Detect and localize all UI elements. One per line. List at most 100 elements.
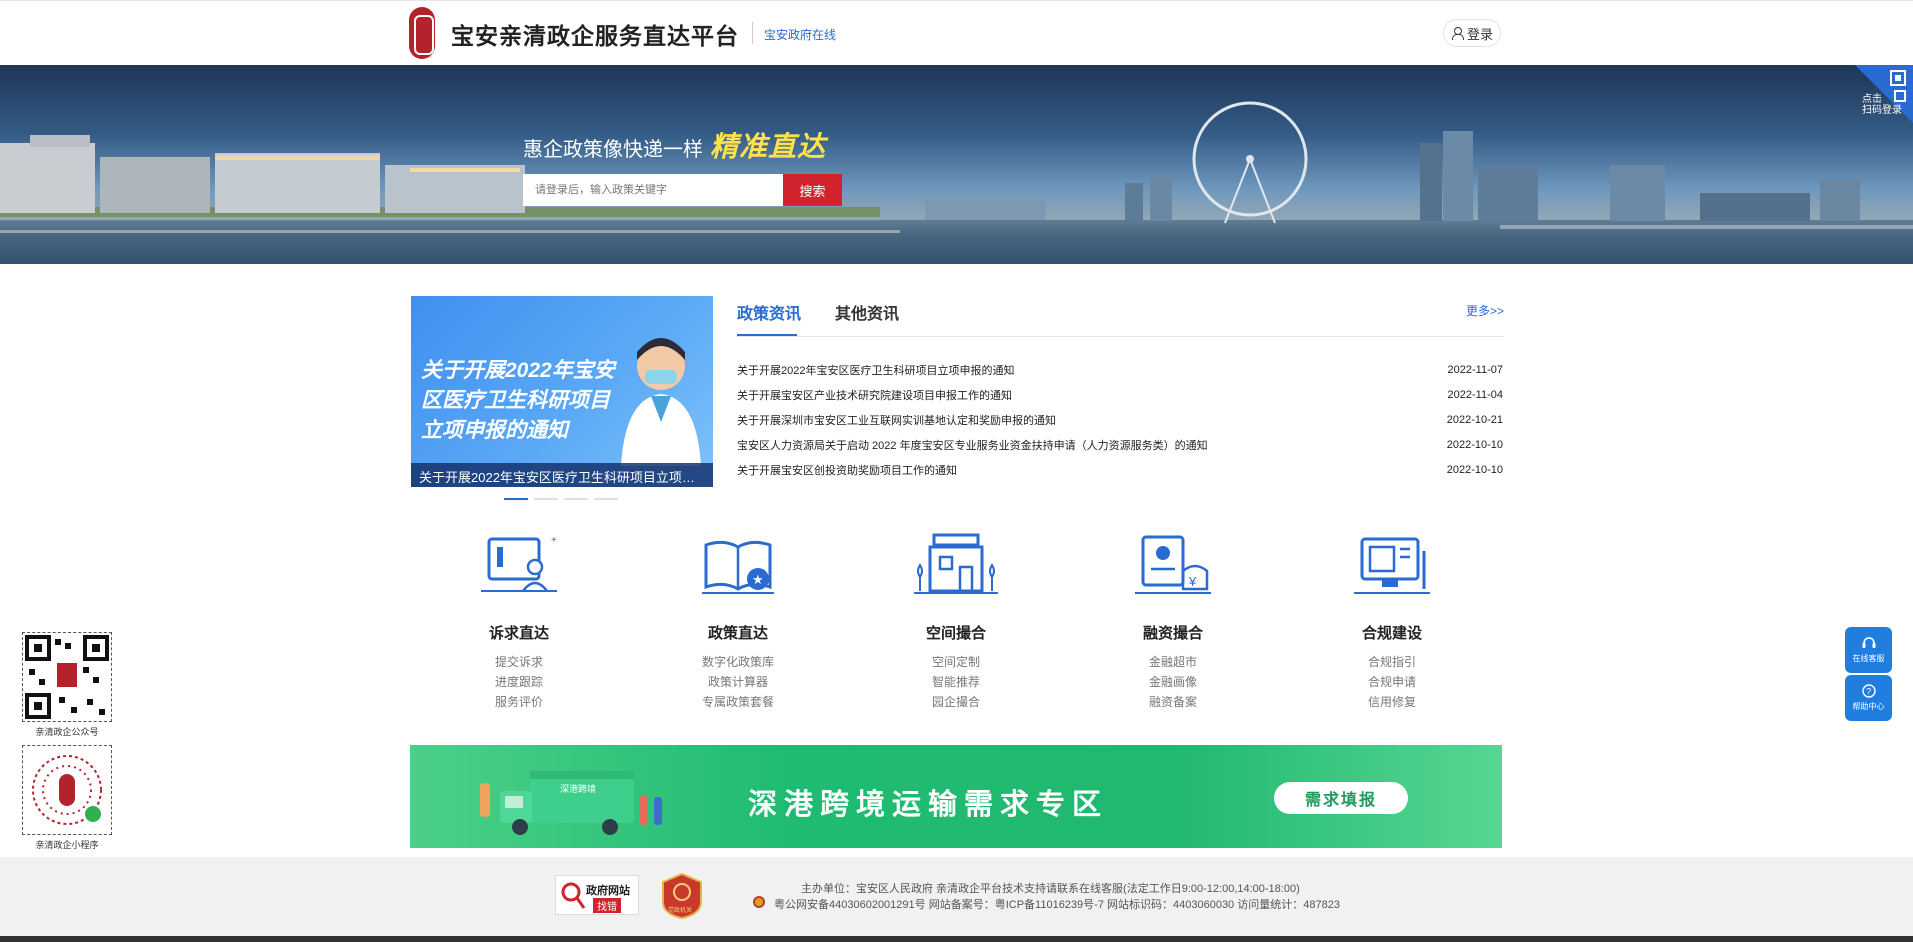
online-service-label: 在线客服 [1852,654,1885,663]
party-government-badge-icon[interactable]: 党政机关 [661,872,703,920]
wechat-qr-code[interactable] [22,632,112,722]
news-carousel-slide[interactable]: 关于开展2022年宝安 区医疗卫生科研项目 立项申报的通知 关于开展2022年宝… [411,296,713,487]
city-skyline-illustration [0,101,1913,264]
news-item[interactable]: 关于开展深圳市宝安区工业互联网实训基地认定和奖励申报的通知 2022-10-21 [737,407,1503,432]
news-date: 2022-10-10 [1446,463,1503,476]
service-link[interactable]: 金融超市 [1113,652,1233,672]
service-link[interactable]: 金融画像 [1113,672,1233,692]
demand-fill-button[interactable]: 需求填报 [1274,782,1408,814]
carousel-dot[interactable] [504,498,528,500]
service-compliance: 合规建设 合规指引 合规申请 信用修复 [1332,531,1452,712]
news-title[interactable]: 关于开展深圳市宝安区工业互联网实训基地认定和奖励申报的通知 [737,412,1056,428]
service-title[interactable]: 空间撮合 [896,622,1016,643]
search-button[interactable]: 搜索 [783,174,842,206]
service-space: 空间撮合 空间定制 智能推荐 园企撮合 [896,531,1016,712]
svg-text:★: ★ [752,572,764,587]
footer-sponsor-line: 主办单位：宝安区人民政府 亲清政企平台技术支持请联系在线客服(法定工作日9:00… [801,883,1300,895]
service-policy: ★ 政策直达 数字化政策库 政策计算器 专属政策套餐 [678,531,798,712]
service-link[interactable]: 数字化政策库 [678,652,798,672]
news-date: 2022-10-10 [1446,438,1503,451]
police-badge-icon [753,896,765,908]
miniapp-qr-code[interactable] [22,745,112,835]
carousel-dot[interactable] [594,498,618,500]
gov-online-link[interactable]: 宝安政府在线 [764,26,836,43]
online-service-button[interactable]: 在线客服 [1845,627,1892,673]
news-item[interactable]: 关于开展2022年宝安区医疗卫生科研项目立项申报的通知 2022-11-07 [737,357,1503,382]
service-link[interactable]: 融资备案 [1113,692,1233,712]
tab-other-news[interactable]: 其他资讯 [835,300,899,324]
magnifier-icon [561,882,586,909]
login-label: 登录 [1466,26,1493,42]
building-icon[interactable] [912,531,1000,601]
gov-website-error-badge[interactable]: 政府网站 找错 [555,875,639,915]
page: 宝安亲清政企服务直达平台 宝安政府在线 登录 惠企政策像快递一样 精准直达 请登… [0,0,1913,942]
service-link[interactable]: 服务评价 [459,692,579,712]
qr-login-label[interactable]: 点击 扫码登录 [1862,94,1902,116]
svg-text:¥: ¥ [1188,574,1197,589]
svg-text:?: ? [1866,687,1871,697]
delivery-truck-illustration [480,771,662,835]
news-title[interactable]: 宝安区人力资源局关于启动 2022 年度宝安区专业服务业资金扶持申请（人力资源服… [737,437,1208,453]
service-link[interactable]: 合规指引 [1332,652,1452,672]
more-news-link[interactable]: 更多>> [1466,302,1504,319]
carousel-dot[interactable] [564,498,588,500]
service-petition: + 诉求直达 提交诉求 进度跟踪 服务评价 [459,531,579,712]
service-link[interactable]: 合规申请 [1332,672,1452,692]
policy-book-icon[interactable]: ★ [694,531,782,601]
banner-slogan-emphasis: 精准直达 [710,131,827,162]
slide-caption[interactable]: 关于开展2022年宝安区医疗卫生科研项目立项申报的通知 [419,467,705,486]
svg-text:党政机关: 党政机关 [668,906,692,914]
carousel-indicators [504,498,618,500]
service-link[interactable]: 信用修复 [1332,692,1452,712]
petition-icon[interactable]: + [475,531,563,601]
hero-banner: 惠企政策像快递一样 精准直达 搜索 [0,65,1913,264]
service-title[interactable]: 诉求直达 [459,622,579,643]
gov-badge-title: 政府网站 [586,885,630,897]
service-title[interactable]: 政策直达 [678,622,798,643]
site-title[interactable]: 宝安亲清政企服务直达平台 [451,17,739,51]
wechat-qr-label: 亲清政企公众号 [35,727,99,737]
news-list: 关于开展2022年宝安区医疗卫生科研项目立项申报的通知 2022-11-07 关… [737,357,1503,482]
news-item[interactable]: 关于开展宝安区创投资助奖励项目工作的通知 2022-10-10 [737,457,1503,482]
slide-headline: 关于开展2022年宝安 区医疗卫生科研项目 立项申报的通知 [421,359,615,442]
miniapp-qr-label: 亲清政企小程序 [35,840,99,850]
service-link[interactable]: 提交诉求 [459,652,579,672]
news-item[interactable]: 宝安区人力资源局关于启动 2022 年度宝安区专业服务业资金扶持申请（人力资源服… [737,432,1503,457]
bottom-bar [0,936,1913,942]
compliance-icon[interactable] [1348,531,1436,601]
cross-border-transport-banner[interactable]: 深港跨境 深港跨境运输需求专区 需求填报 [410,745,1502,848]
logo-seal-icon[interactable] [409,7,435,59]
service-link[interactable]: 智能推荐 [896,672,1016,692]
finance-icon[interactable]: ¥ [1129,531,1217,601]
news-date: 2022-11-07 [1447,363,1503,376]
service-link[interactable]: 专属政策套餐 [678,692,798,712]
transport-title: 深港跨境运输需求专区 [748,789,1109,821]
news-title[interactable]: 关于开展2022年宝安区医疗卫生科研项目立项申报的通知 [737,362,1014,378]
news-title[interactable]: 关于开展宝安区产业技术研究院建设项目申报工作的通知 [737,387,1012,403]
news-item[interactable]: 关于开展宝安区产业技术研究院建设项目申报工作的通知 2022-11-04 [737,382,1503,407]
service-link[interactable]: 园企撮合 [896,692,1016,712]
service-title[interactable]: 融资撮合 [1113,622,1233,643]
help-center-button[interactable]: ? 帮助中心 [1845,675,1892,721]
service-link[interactable]: 进度跟踪 [459,672,579,692]
login-button[interactable]: 登录 [1443,19,1501,47]
news-date: 2022-10-21 [1446,413,1503,426]
news-date: 2022-11-04 [1447,388,1503,401]
service-link[interactable]: 空间定制 [896,652,1016,672]
footer-record-line[interactable]: 粤公网安备44030602001291号 网站备案号：粤ICP备11016239… [774,896,1340,912]
svg-text:+: + [551,535,557,546]
tab-policy-news[interactable]: 政策资讯 [737,300,801,324]
policy-search-input[interactable] [523,174,783,206]
gov-badge-action: 找错 [593,898,621,913]
help-center-label: 帮助中心 [1852,702,1885,711]
help-icon: ? [1861,684,1876,698]
headset-icon [1862,637,1875,648]
banner-slogan: 惠企政策像快递一样 [523,139,703,161]
qr-code-icon [25,635,109,719]
top-header: 宝安亲清政企服务直达平台 宝安政府在线 登录 [0,0,1913,65]
miniapp-code-icon [32,755,102,825]
service-title[interactable]: 合规建设 [1332,622,1452,643]
service-link[interactable]: 政策计算器 [678,672,798,692]
carousel-dot[interactable] [534,498,558,500]
news-title[interactable]: 关于开展宝安区创投资助奖励项目工作的通知 [737,462,957,478]
